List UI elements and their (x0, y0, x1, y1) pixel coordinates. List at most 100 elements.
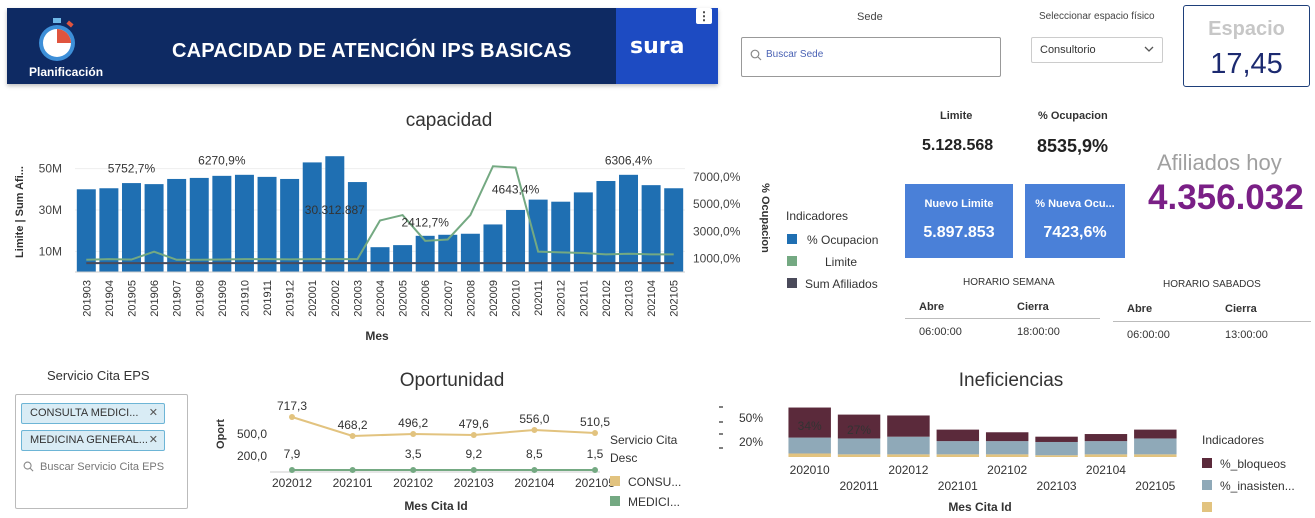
limite-label: Limite (940, 110, 973, 122)
y2-axis-label: % Ocupacion (759, 183, 771, 253)
espacio-value: 17,45 (1210, 48, 1283, 80)
capacidad-chart: capacidad 10M 30M 50M 1000,0% 3000,0% 5000,0% 7… (14, 110, 878, 343)
data-point (531, 467, 538, 473)
search-icon (23, 461, 34, 472)
data-label: 27% (847, 423, 871, 437)
data-label: 4643,4% (492, 182, 540, 196)
more-options-icon[interactable]: ⋮ (696, 8, 712, 24)
data-label: 8,5 (526, 447, 543, 461)
x-tick-label: 202007 (443, 280, 455, 317)
y-tick-label: 200,0 (237, 449, 267, 463)
x-tick-label: 202011 (533, 280, 545, 316)
chip-medicina[interactable]: MEDICINA GENERAL... ✕ (21, 430, 165, 451)
stacked-bar (788, 453, 831, 457)
page-title: CAPACIDAD DE ATENCIÓN IPS BASICAS (172, 40, 572, 62)
search-icon (750, 49, 762, 61)
data-point (410, 431, 417, 437)
y2-tick-label: 3000,0% (693, 224, 741, 238)
bar (280, 178, 300, 272)
legend-swatch (787, 256, 797, 266)
stacked-bar (1084, 441, 1128, 455)
horario-sabados-table: HORARIO SABADOS Abre Cierra 06:00:00 13:… (1113, 277, 1311, 347)
bar (189, 177, 209, 272)
data-label: 3,5 (405, 447, 422, 461)
divider (1113, 321, 1311, 322)
data-label: 717,3 (277, 399, 307, 413)
y2-tick-label: 5000,0% (693, 197, 741, 211)
x-tick-label: 202002 (330, 280, 342, 317)
bar (257, 176, 277, 272)
x-tick-label: 202010 (790, 463, 830, 477)
legend-title: Desc (610, 451, 637, 465)
legend-swatch (610, 476, 620, 486)
chip-medicina-label: MEDICINA GENERAL... (30, 434, 148, 446)
stacked-bar (1084, 454, 1128, 457)
bar (460, 233, 480, 272)
data-point (470, 432, 477, 438)
afiliados-value: 4.356.032 (1148, 178, 1304, 217)
chip-consulta-label: CONSULTA MEDICI... (30, 407, 139, 419)
x-tick-label: 201911 (262, 280, 274, 316)
data-label: 510,5 (580, 415, 610, 429)
chart-title: capacidad (406, 110, 493, 131)
legend-swatch (787, 278, 797, 288)
servicio-cita-filter[interactable]: CONSULTA MEDICI... ✕ MEDICINA GENERAL... ✕… (15, 394, 188, 509)
servicio-search-placeholder[interactable]: Buscar Servicio Cita EPS (40, 461, 164, 473)
bar (144, 184, 164, 272)
x-tick-label: 202103 (454, 476, 494, 490)
x-tick-label: 201904 (104, 280, 116, 317)
data-point (410, 467, 417, 473)
legend-item: MEDICI... (628, 495, 680, 509)
legend-title: Servicio Cita (610, 433, 678, 447)
x-tick-label: 202005 (398, 280, 410, 317)
nueva-ocupacion-card: % Nueva Ocu... 7423,6% (1025, 184, 1125, 258)
header-banner: Planificación CAPACIDAD DE ATENCIÓN IPS … (7, 8, 718, 84)
stacked-bar (1134, 454, 1177, 457)
data-point (349, 433, 356, 439)
stacked-bar (1134, 438, 1177, 455)
y2-tick-label: 7000,0% (693, 170, 741, 184)
legend-swatch (610, 496, 620, 506)
bar (234, 174, 254, 272)
x-axis-label: Mes Cita Id (948, 500, 1011, 514)
chart-title: Oportunidad (400, 370, 505, 391)
data-label: 9,2 (465, 447, 482, 461)
x-tick-label: 202104 (646, 280, 658, 317)
x-tick-label: 202103 (624, 280, 636, 317)
bar (619, 174, 639, 272)
horario-sabados-cierra: 13:00:00 (1225, 329, 1268, 341)
bar (370, 247, 390, 272)
stacked-bar (1084, 434, 1128, 442)
stacked-bar (936, 454, 980, 457)
nuevo-limite-label: Nuevo Limite (924, 198, 994, 210)
stacked-bar (887, 415, 930, 437)
legend-swatch (1202, 458, 1212, 468)
stacked-bar (1035, 441, 1078, 456)
x-tick-label: 202010 (511, 280, 523, 317)
chip-consulta[interactable]: CONSULTA MEDICI... ✕ (21, 403, 165, 424)
horario-semana-title: HORARIO SEMANA (963, 277, 1055, 288)
horario-semana-col-cierra: Cierra (1017, 301, 1049, 313)
y-tick-label: 500,0 (237, 427, 267, 441)
bar (641, 185, 661, 272)
x-tick-label: 202101 (938, 479, 978, 493)
x-tick-label: 202105 (669, 280, 681, 317)
data-label: 7,9 (284, 447, 301, 461)
bar (664, 188, 684, 272)
data-point (289, 467, 295, 473)
data-label: 479,6 (459, 417, 489, 431)
x-tick-label: 202011 (839, 479, 878, 493)
x-tick-label: 202102 (393, 476, 433, 490)
chevron-down-icon (1144, 46, 1154, 52)
sede-search-placeholder: Buscar Sede (766, 49, 824, 60)
legend-title: Indicadores (1202, 433, 1264, 447)
chip-remove-icon[interactable]: ✕ (149, 433, 158, 446)
x-tick-label: 202001 (307, 280, 319, 317)
x-tick-label: 201912 (285, 280, 297, 317)
espacio-fisico-select[interactable]: Consultorio (1031, 37, 1163, 63)
data-label: 1,5 (587, 447, 604, 461)
chip-remove-icon[interactable]: ✕ (149, 406, 158, 419)
stacked-bar (985, 432, 1029, 442)
data-point (531, 427, 538, 433)
sede-search-input[interactable]: Buscar Sede (741, 37, 1001, 77)
